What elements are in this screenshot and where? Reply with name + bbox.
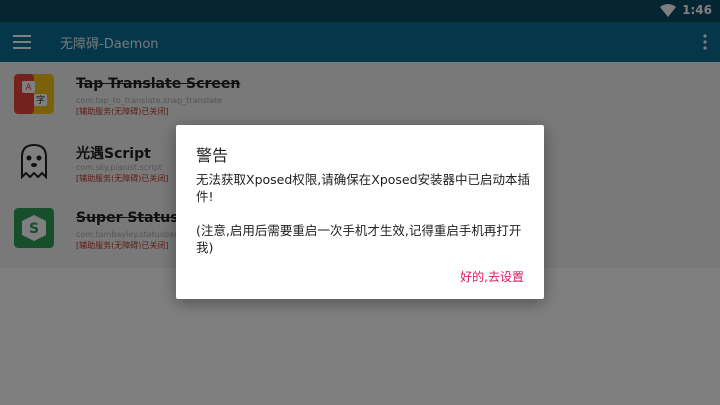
dialog-message: 无法获取Xposed权限,请确保在Xposed安装器中已启动本插件! (注意,启…: [196, 172, 531, 255]
dialog-title: 警告: [196, 146, 229, 165]
warning-dialog: 警告 无法获取Xposed权限,请确保在Xposed安装器中已启动本插件! (注…: [176, 125, 544, 299]
go-to-settings-button[interactable]: 好的,去设置: [460, 268, 524, 285]
